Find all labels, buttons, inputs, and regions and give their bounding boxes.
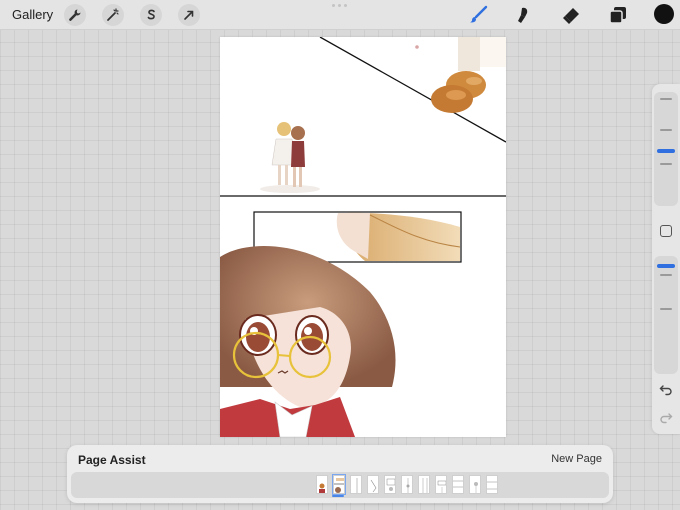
brush-size-slider[interactable] xyxy=(654,92,678,206)
page-thumbnail[interactable] xyxy=(316,475,328,494)
magic-wand-icon[interactable] xyxy=(102,4,124,26)
page-thumbnail[interactable] xyxy=(332,474,346,495)
opacity-slider[interactable] xyxy=(654,256,678,374)
brush-icon[interactable] xyxy=(468,4,490,26)
modify-square-icon[interactable] xyxy=(660,225,672,237)
top-toolbar: Gallery xyxy=(0,0,680,30)
active-page-indicator xyxy=(332,495,344,497)
color-picker-swatch[interactable] xyxy=(654,4,674,24)
eraser-icon[interactable] xyxy=(560,4,582,26)
drag-grip[interactable] xyxy=(332,4,348,8)
wrench-icon[interactable] xyxy=(64,4,86,26)
undo-icon[interactable] xyxy=(659,382,673,401)
page-thumbnail[interactable] xyxy=(418,475,430,494)
layers-icon[interactable] xyxy=(607,4,629,26)
gallery-button[interactable]: Gallery xyxy=(12,7,53,22)
page-thumbnail[interactable] xyxy=(435,475,447,494)
page-thumbnail[interactable] xyxy=(367,475,379,494)
redo-icon[interactable] xyxy=(659,410,673,429)
drawing-canvas[interactable] xyxy=(220,37,506,437)
artwork xyxy=(220,37,506,437)
new-page-button[interactable]: New Page xyxy=(551,453,602,465)
page-assist-title: Page Assist xyxy=(78,453,146,467)
page-thumbnail[interactable] xyxy=(486,475,498,494)
selection-icon[interactable] xyxy=(140,4,162,26)
page-thumbnail[interactable] xyxy=(350,475,362,494)
page-thumbnail[interactable] xyxy=(469,475,481,494)
transform-arrow-icon[interactable] xyxy=(178,4,200,26)
brush-size-thumb[interactable] xyxy=(657,149,675,153)
smudge-icon[interactable] xyxy=(513,4,535,26)
page-thumbnail[interactable] xyxy=(401,475,413,494)
page-thumbnail[interactable] xyxy=(384,475,396,494)
side-toolbar xyxy=(652,84,680,434)
opacity-thumb[interactable] xyxy=(657,264,675,268)
page-thumbnail[interactable] xyxy=(452,475,464,494)
page-assist-panel: Page Assist New Page xyxy=(67,445,613,503)
